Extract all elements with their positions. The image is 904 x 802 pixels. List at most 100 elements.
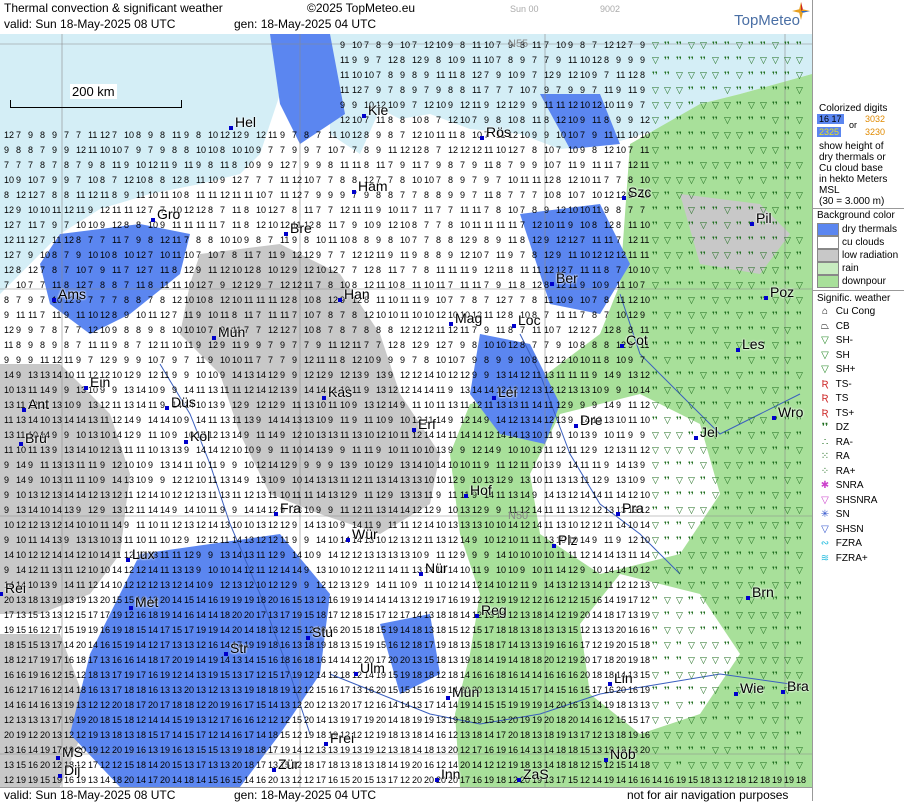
- city-label[interactable]: Brn: [752, 584, 774, 600]
- city-label[interactable]: Hof: [470, 482, 492, 498]
- city-label[interactable]: Dij: [64, 762, 80, 778]
- thermal-cell: 10: [340, 235, 351, 245]
- thermal-cell: ▽: [736, 610, 743, 620]
- city-label[interactable]: ZaS: [523, 766, 549, 782]
- thermal-cell: 12: [364, 700, 375, 710]
- thermal-cell: 14: [292, 565, 303, 575]
- city-label[interactable]: Ulm: [360, 660, 385, 676]
- city-label[interactable]: Frei: [330, 730, 354, 746]
- thermal-cell: 16: [328, 685, 339, 695]
- city-label[interactable]: Rei: [5, 580, 26, 596]
- city-label[interactable]: Dre: [580, 412, 603, 428]
- thermal-cell: 14: [28, 415, 39, 425]
- city-label[interactable]: Mün: [218, 324, 245, 340]
- thermal-cell: 14: [472, 760, 483, 770]
- weather-map[interactable]: 9 10 7 8 9 10 7 12 10 9 8 11 10 7 9 8 11 7 10 9 8 7 12 12 7 9 ▽ ❜❜ ❜…: [0, 34, 812, 787]
- city-label[interactable]: Rös: [486, 124, 511, 140]
- thermal-cell: 14: [304, 385, 315, 395]
- thermal-cell: 10: [316, 235, 327, 245]
- city-label[interactable]: Str: [230, 640, 248, 656]
- city-label[interactable]: MS: [62, 744, 83, 760]
- city-label[interactable]: Jel: [700, 424, 718, 440]
- topmeteo-logo[interactable]: TopMeteo: [734, 12, 800, 29]
- thermal-cell: ▽: [700, 550, 707, 560]
- city-label[interactable]: Plz: [558, 532, 577, 548]
- city-label[interactable]: Han: [344, 286, 370, 302]
- city-label[interactable]: Köl: [190, 428, 210, 444]
- city-label[interactable]: Mag: [455, 310, 482, 326]
- city-label[interactable]: Bre: [290, 220, 312, 236]
- city-label[interactable]: Kas: [328, 384, 352, 400]
- city-label[interactable]: Ams: [58, 286, 86, 302]
- city-label[interactable]: Hel: [235, 114, 256, 130]
- city-label[interactable]: Poz: [770, 284, 794, 300]
- city-label[interactable]: Nöb: [610, 746, 636, 762]
- thermal-cell: 15: [484, 700, 495, 710]
- city-label[interactable]: Kie: [368, 102, 388, 118]
- thermal-cell: 15: [208, 775, 219, 785]
- city-label[interactable]: Pil: [756, 210, 772, 226]
- thermal-cell: 11: [400, 310, 410, 320]
- thermal-cell: 11: [160, 160, 170, 170]
- city-label[interactable]: Wie: [740, 680, 764, 696]
- city-label[interactable]: Ein: [90, 374, 110, 390]
- city-label[interactable]: Düs: [171, 394, 196, 410]
- thermal-cell: 14: [532, 400, 543, 410]
- city-label[interactable]: Ber: [556, 270, 578, 286]
- thermal-cell: ▽: [748, 505, 755, 515]
- city-label[interactable]: Zür: [278, 756, 299, 772]
- thermal-cell: ❜❜: [712, 715, 718, 725]
- city-label[interactable]: Ham: [358, 178, 388, 194]
- city-label[interactable]: Mün: [452, 684, 479, 700]
- thermal-cell: 7: [520, 295, 526, 305]
- thermal-cell: 11: [628, 445, 638, 455]
- thermal-cell: 11: [280, 235, 290, 245]
- thermal-cell: 18: [4, 655, 15, 665]
- city-label[interactable]: Lei: [498, 384, 517, 400]
- city-label[interactable]: Pra: [622, 500, 644, 516]
- city-label[interactable]: Bra: [787, 678, 809, 694]
- thermal-cell: 11: [472, 220, 482, 230]
- thermal-cell: ▽: [712, 580, 719, 590]
- thermal-cell: 19: [184, 715, 195, 725]
- thermal-cell: 11: [592, 235, 602, 245]
- city-label[interactable]: Lux: [132, 546, 155, 562]
- city-label[interactable]: Wür: [352, 526, 378, 542]
- city-label[interactable]: Erf: [418, 416, 436, 432]
- thermal-cell: 8: [592, 340, 598, 350]
- thermal-cell: 18: [412, 670, 423, 680]
- city-label[interactable]: Reg: [481, 602, 507, 618]
- thermal-cell: 8: [100, 280, 106, 290]
- thermal-cell: 14: [88, 640, 99, 650]
- legend-panel: Colorized digits 16 17 3032 or 2325 3230…: [812, 0, 904, 801]
- thermal-cell: 12: [292, 250, 303, 260]
- city-label[interactable]: Cot: [626, 332, 648, 348]
- city-label[interactable]: Wro: [778, 404, 803, 420]
- thermal-cell: 10: [640, 220, 651, 230]
- city-label[interactable]: Loc: [518, 312, 541, 328]
- city-label[interactable]: Brü: [25, 430, 47, 446]
- city-label[interactable]: Ant: [28, 396, 49, 412]
- thermal-cell: ▽: [724, 220, 731, 230]
- thermal-cell: 12: [268, 205, 279, 215]
- thermal-cell: 14: [388, 700, 399, 710]
- thermal-cell: 10: [496, 145, 507, 155]
- city-label[interactable]: Les: [742, 336, 765, 352]
- thermal-cell: ❜❜: [664, 670, 670, 680]
- city-marker: [604, 758, 608, 762]
- city-label[interactable]: Nür: [425, 560, 448, 576]
- city-label[interactable]: Szc: [628, 184, 651, 200]
- thermal-cell: 10: [568, 340, 579, 350]
- city-label[interactable]: Stu: [312, 624, 333, 640]
- thermal-cell: 14: [184, 505, 195, 515]
- thermal-cell: 12: [604, 325, 615, 335]
- city-label[interactable]: Lin: [614, 670, 633, 686]
- thermal-cell: ❜❜: [784, 370, 790, 380]
- city-label[interactable]: Met: [135, 594, 158, 610]
- city-label[interactable]: Gro: [157, 206, 180, 222]
- thermal-cell: 9: [472, 370, 478, 380]
- city-label[interactable]: Inn: [441, 766, 460, 782]
- thermal-cell: 9: [616, 535, 622, 545]
- thermal-cell: 8: [232, 250, 238, 260]
- city-label[interactable]: Fra: [280, 500, 301, 516]
